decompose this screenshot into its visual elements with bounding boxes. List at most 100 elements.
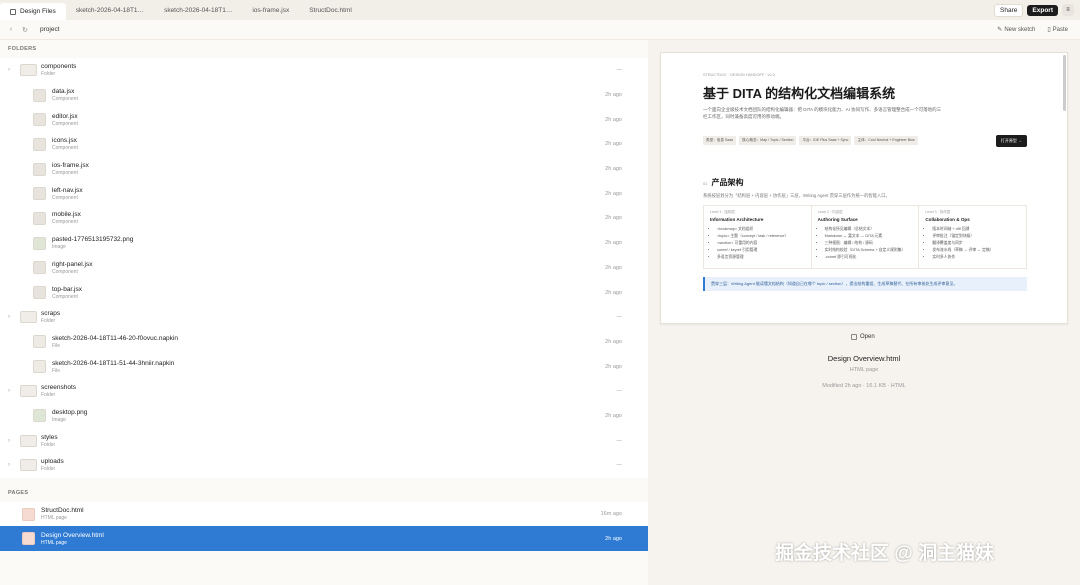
doc-section-desc: 系统按层划分为「结构层 + 内容层 + 协作层」三层，Writing Agent… bbox=[703, 192, 890, 198]
doc-tag: 类型：信息 Saas bbox=[703, 136, 737, 145]
watermark: 掘金技术社区 @ 洞主猫妹 bbox=[775, 543, 995, 564]
component-thumbnail-icon bbox=[33, 162, 46, 176]
html-thumbnail-icon bbox=[22, 507, 35, 521]
component-thumbnail-icon bbox=[33, 137, 46, 151]
row-modified: 2h ago bbox=[605, 92, 622, 99]
open-button[interactable]: Open bbox=[851, 334, 875, 340]
folder-thumbnail-icon bbox=[20, 459, 37, 472]
folder-row[interactable]: › components Folder — bbox=[0, 58, 648, 83]
tab-sketch-2[interactable]: sketch-2026-04-18T1… bbox=[154, 0, 242, 20]
row-kind: Folder bbox=[41, 466, 56, 473]
row-name: sketch-2026-04-18T11-46-20-f0ovuc.napkin bbox=[52, 334, 178, 342]
row-modified: 2h ago bbox=[605, 240, 622, 247]
file-thumbnail-icon bbox=[33, 360, 46, 374]
clipboard-icon: ▯ bbox=[1047, 27, 1051, 33]
chevron-icon[interactable]: › bbox=[8, 67, 10, 73]
row-names: pasted-1776513195732.png Image bbox=[52, 236, 133, 250]
chevron-icon[interactable]: › bbox=[8, 388, 10, 394]
folder-icon bbox=[10, 8, 16, 15]
image-thumbnail-icon bbox=[33, 409, 46, 423]
preview-scrollbar[interactable] bbox=[1063, 55, 1066, 111]
chevron-icon[interactable]: › bbox=[8, 438, 10, 444]
column-item: <bookmap> 文档组织 bbox=[717, 226, 805, 233]
page-row[interactable]: Design Overview.html HTML page 2h ago bbox=[0, 526, 648, 552]
paste-label: Paste bbox=[1052, 26, 1068, 33]
chevron-icon[interactable]: › bbox=[8, 314, 10, 320]
architecture-columns: Level 1 · 结构层 Information Architecture <… bbox=[703, 204, 1027, 269]
row-kind: File bbox=[52, 367, 61, 374]
row-names: sketch-2026-04-18T11-46-20-f0ovuc.napkin… bbox=[52, 335, 178, 349]
file-row[interactable]: editor.jsx Component 2h ago bbox=[0, 107, 648, 132]
row-kind: File bbox=[52, 342, 61, 349]
doc-section-title-text: 产品架构 bbox=[711, 177, 744, 187]
folder-row[interactable]: › uploads Folder — bbox=[0, 453, 648, 478]
file-row[interactable]: left-nav.jsx Component 2h ago bbox=[0, 181, 648, 206]
row-modified: 2h ago bbox=[605, 166, 622, 173]
row-kind: HTML page bbox=[41, 515, 67, 522]
row-kind: Component bbox=[52, 194, 78, 201]
row-names: uploads Folder bbox=[41, 458, 64, 472]
file-row[interactable]: desktop.png Image 2h ago bbox=[0, 404, 648, 429]
column-item: 翻译覆盖度与同步 bbox=[932, 240, 1020, 247]
tab-label: StructDoc.html bbox=[309, 6, 352, 14]
preview-card[interactable]: STRUCTDOC · DESIGN HANDOFF · v0.3 基于 DIT… bbox=[660, 52, 1068, 324]
row-names: left-nav.jsx Component bbox=[52, 187, 83, 201]
refresh-icon[interactable]: ↻ bbox=[18, 26, 32, 34]
tab-structdoc[interactable]: StructDoc.html bbox=[299, 0, 362, 20]
file-row[interactable]: data.jsx Component 2h ago bbox=[0, 83, 648, 108]
tab-design-files[interactable]: Design Files bbox=[0, 3, 66, 20]
page-row[interactable]: StructDoc.html HTML page 16m ago bbox=[0, 502, 648, 527]
current-path: project bbox=[40, 26, 60, 33]
tab-label: sketch-2026-04-18T1… bbox=[75, 6, 145, 14]
file-row[interactable]: ios-frame.jsx Component 2h ago bbox=[0, 157, 648, 182]
file-row[interactable]: top-bar.jsx Component 2h ago bbox=[0, 280, 648, 305]
file-row[interactable]: sketch-2026-04-18T11-46-20-f0ovuc.napkin… bbox=[0, 330, 648, 355]
row-names: components Folder bbox=[41, 63, 76, 77]
back-icon[interactable]: ‹ bbox=[4, 26, 18, 33]
open-prototype-button[interactable]: 打开原型 → bbox=[995, 134, 1027, 147]
row-kind: Folder bbox=[41, 71, 56, 78]
row-name: mobile.jsx bbox=[52, 211, 81, 219]
share-button[interactable]: Share bbox=[994, 3, 1024, 17]
column-level: Level 2 · 内容层 bbox=[817, 209, 843, 214]
paste-button[interactable]: ▯ Paste bbox=[1047, 26, 1068, 34]
architecture-column: Level 1 · 结构层 Information Architecture <… bbox=[704, 205, 812, 268]
folder-row[interactable]: › screenshots Folder — bbox=[0, 379, 648, 404]
column-item: 版本时间轴 + diff 回溯 bbox=[932, 226, 1020, 233]
doc-tags: 类型：信息 Saas 核心概念：Map / Topic / Section 平台… bbox=[703, 134, 1027, 147]
row-name: Design Overview.html bbox=[41, 531, 104, 539]
menu-icon[interactable]: ≡ bbox=[1062, 4, 1074, 16]
chevron-icon[interactable]: › bbox=[8, 462, 10, 468]
file-row[interactable]: icons.jsx Component 2h ago bbox=[0, 132, 648, 157]
row-kind: Image bbox=[52, 416, 66, 423]
open-label: Open bbox=[860, 334, 875, 340]
row-modified: 2h ago bbox=[605, 412, 622, 419]
column-item: 评审批注（锚定到块级） bbox=[932, 233, 1020, 240]
file-row[interactable]: right-panel.jsx Component 2h ago bbox=[0, 256, 648, 281]
row-names: data.jsx Component bbox=[52, 88, 78, 102]
row-name: screenshots bbox=[41, 384, 77, 392]
file-row[interactable]: mobile.jsx Component 2h ago bbox=[0, 206, 648, 231]
preview-document: STRUCTDOC · DESIGN HANDOFF · v0.3 基于 DIT… bbox=[703, 73, 1027, 291]
folders-list: › components Folder — data.jsx Component… bbox=[0, 58, 648, 478]
folder-row[interactable]: › styles Folder — bbox=[0, 428, 648, 453]
row-modified: 2h ago bbox=[605, 289, 622, 296]
column-item: conref / keyref 引用管理 bbox=[717, 247, 805, 254]
file-thumbnail-icon bbox=[33, 335, 46, 349]
column-item: .conref 即引可视化 bbox=[825, 254, 913, 261]
folder-thumbnail-icon bbox=[20, 434, 37, 447]
row-modified: — bbox=[616, 462, 623, 469]
folder-row[interactable]: › scraps Folder — bbox=[0, 305, 648, 330]
row-names: ios-frame.jsx Component bbox=[52, 162, 89, 176]
doc-tag: 主体：Cool Neutral + Engineer Blue bbox=[854, 136, 918, 145]
row-name: editor.jsx bbox=[52, 112, 78, 120]
new-sketch-button[interactable]: ✎ New sketch bbox=[997, 26, 1035, 34]
tab-sketch-1[interactable]: sketch-2026-04-18T1… bbox=[66, 0, 154, 20]
file-row[interactable]: sketch-2026-04-18T11-51-44-3hniir.napkin… bbox=[0, 354, 648, 379]
file-row[interactable]: pasted-1776513195732.png Image 2h ago bbox=[0, 231, 648, 256]
row-names: styles Folder bbox=[41, 434, 58, 448]
row-modified: 2h ago bbox=[605, 264, 622, 271]
row-name: desktop.png bbox=[52, 408, 88, 416]
export-button[interactable]: Export bbox=[1027, 4, 1058, 16]
tab-ios-frame[interactable]: ios-frame.jsx bbox=[242, 0, 299, 20]
